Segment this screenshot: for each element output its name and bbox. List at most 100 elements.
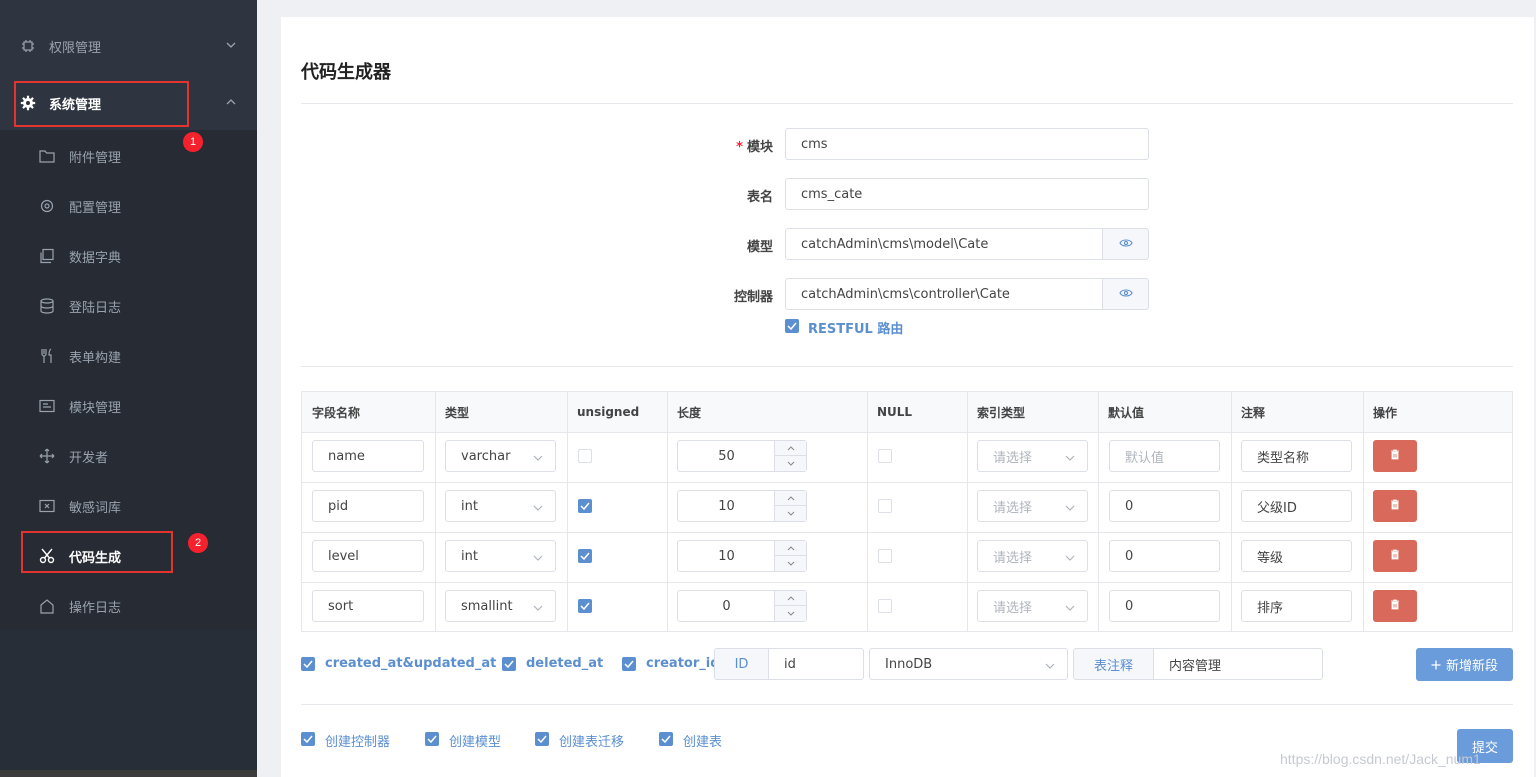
length-stepper[interactable]: 10 xyxy=(677,490,807,522)
sidebar-item-dictionary[interactable]: 数据字典 xyxy=(0,231,257,281)
step-badge-1: 1 xyxy=(183,132,203,152)
column-header: 类型 xyxy=(435,392,567,432)
sidebar-item-login-log[interactable]: 登陆日志 xyxy=(0,281,257,331)
default-value-input[interactable]: 0 xyxy=(1109,490,1220,522)
field-type-select[interactable]: smallint xyxy=(445,590,556,622)
field-name-input[interactable]: sort xyxy=(312,590,424,622)
deleted-at-label[interactable]: deleted_at xyxy=(526,656,603,671)
null-checkbox[interactable] xyxy=(878,549,892,563)
default-value-input[interactable]: 默认值 xyxy=(1109,440,1220,472)
null-checkbox[interactable] xyxy=(878,499,892,513)
card-icon xyxy=(39,398,55,414)
chevron-down-icon[interactable] xyxy=(775,606,806,621)
sidebar-item-operation-log[interactable]: 操作日志 xyxy=(0,581,257,631)
sidebar: 权限管理 系统管理 附件管理 配置管理 数据字典 登陆日志 表单构建 模块管理 xyxy=(0,0,257,777)
field-type-select[interactable]: int xyxy=(445,490,556,522)
delete-field-button[interactable] xyxy=(1373,590,1417,622)
sidebar-item-developer[interactable]: 开发者 xyxy=(0,431,257,481)
length-stepper[interactable]: 50 xyxy=(677,440,807,472)
column-header: 字段名称 xyxy=(302,392,435,432)
unsigned-checkbox[interactable] xyxy=(578,449,592,463)
timestamps-checkbox[interactable] xyxy=(301,657,315,671)
sidebar-item-label: 开发者 xyxy=(69,450,109,466)
creator-id-checkbox[interactable] xyxy=(622,657,636,671)
unsigned-checkbox[interactable] xyxy=(578,499,592,513)
sidebar-item-attachment[interactable]: 附件管理 xyxy=(0,131,257,181)
delete-field-button[interactable] xyxy=(1373,440,1417,472)
chevron-down-icon[interactable] xyxy=(775,506,806,521)
controller-label: 控制器 xyxy=(733,290,773,305)
sidebar-item-config[interactable]: 配置管理 xyxy=(0,181,257,231)
chevron-down-icon xyxy=(1065,502,1075,512)
menu-group-permission[interactable]: 权限管理 xyxy=(0,21,257,71)
comment-input[interactable]: 等级 xyxy=(1241,540,1352,572)
sidebar-item-label: 登陆日志 xyxy=(69,300,122,316)
folder-icon xyxy=(39,148,55,164)
controller-view-button[interactable] xyxy=(1103,278,1149,310)
timestamps-label[interactable]: created_at&updated_at xyxy=(325,656,496,671)
trash-icon xyxy=(1390,549,1400,564)
index-type-select[interactable]: 请选择 xyxy=(977,540,1088,572)
chevron-up-icon[interactable] xyxy=(775,441,806,456)
field-name-input[interactable]: pid xyxy=(312,490,424,522)
create-migration-label[interactable]: 创建表迁移 xyxy=(559,731,624,750)
settings-icon xyxy=(39,198,55,214)
module-label: * 模块 xyxy=(736,140,773,155)
field-name-input[interactable]: name xyxy=(312,440,424,472)
divider xyxy=(301,704,1513,705)
chevron-up-icon[interactable] xyxy=(775,591,806,606)
length-stepper[interactable]: 0 xyxy=(677,590,807,622)
unsigned-checkbox[interactable] xyxy=(578,599,592,613)
create-controller-label[interactable]: 创建控制器 xyxy=(325,731,390,750)
field-type-select[interactable]: int xyxy=(445,540,556,572)
chevron-up-icon[interactable] xyxy=(775,541,806,556)
engine-select[interactable]: InnoDB xyxy=(869,648,1068,680)
highlight-box-system xyxy=(14,81,189,127)
sidebar-item-module[interactable]: 模块管理 xyxy=(0,381,257,431)
index-type-select[interactable]: 请选择 xyxy=(977,590,1088,622)
create-table-label[interactable]: 创建表 xyxy=(683,731,722,750)
creator-id-label[interactable]: creator_id xyxy=(646,656,720,671)
chevron-down-icon[interactable] xyxy=(775,556,806,571)
comment-input[interactable]: 排序 xyxy=(1241,590,1352,622)
controller-input[interactable]: catchAdmin\cms\controller\Cate xyxy=(785,278,1103,310)
chevron-down-icon[interactable] xyxy=(775,456,806,471)
null-checkbox[interactable] xyxy=(878,449,892,463)
unsigned-checkbox[interactable] xyxy=(578,549,592,563)
default-value-input[interactable]: 0 xyxy=(1109,590,1220,622)
create-model-checkbox[interactable] xyxy=(425,732,439,746)
copy-icon xyxy=(39,248,55,264)
column-header: 默认值 xyxy=(1098,392,1231,432)
restful-checkbox[interactable] xyxy=(785,319,799,333)
sidebar-item-form-builder[interactable]: 表单构建 xyxy=(0,331,257,381)
create-model-label[interactable]: 创建模型 xyxy=(449,731,501,750)
sidebar-item-sensitive-words[interactable]: 敏感词库 xyxy=(0,481,257,531)
length-stepper[interactable]: 10 xyxy=(677,540,807,572)
create-table-checkbox[interactable] xyxy=(659,732,673,746)
chevron-up-icon[interactable] xyxy=(775,491,806,506)
model-view-button[interactable] xyxy=(1103,228,1149,260)
module-input[interactable]: cms xyxy=(785,128,1149,160)
column-header: unsigned xyxy=(567,392,667,432)
table-comment-input[interactable]: 内容管理 xyxy=(1153,648,1323,680)
primary-key-input[interactable]: id xyxy=(768,648,864,680)
comment-input[interactable]: 类型名称 xyxy=(1241,440,1352,472)
create-migration-checkbox[interactable] xyxy=(535,732,549,746)
delete-field-button[interactable] xyxy=(1373,540,1417,572)
add-field-button[interactable]: 新增新段 xyxy=(1416,648,1513,681)
chevron-down-icon xyxy=(533,502,543,512)
field-name-input[interactable]: level xyxy=(312,540,424,572)
comment-input[interactable]: 父级ID xyxy=(1241,490,1352,522)
index-type-select[interactable]: 请选择 xyxy=(977,490,1088,522)
field-type-select[interactable]: varchar xyxy=(445,440,556,472)
delete-field-button[interactable] xyxy=(1373,490,1417,522)
table-name-input[interactable]: cms_cate xyxy=(785,178,1149,210)
index-type-select[interactable]: 请选择 xyxy=(977,440,1088,472)
restful-label[interactable]: RESTFUL 路由 xyxy=(808,318,903,337)
null-checkbox[interactable] xyxy=(878,599,892,613)
model-input[interactable]: catchAdmin\cms\model\Cate xyxy=(785,228,1103,260)
deleted-at-checkbox[interactable] xyxy=(502,657,516,671)
fork-knife-icon xyxy=(39,348,55,364)
create-controller-checkbox[interactable] xyxy=(301,732,315,746)
default-value-input[interactable]: 0 xyxy=(1109,540,1220,572)
